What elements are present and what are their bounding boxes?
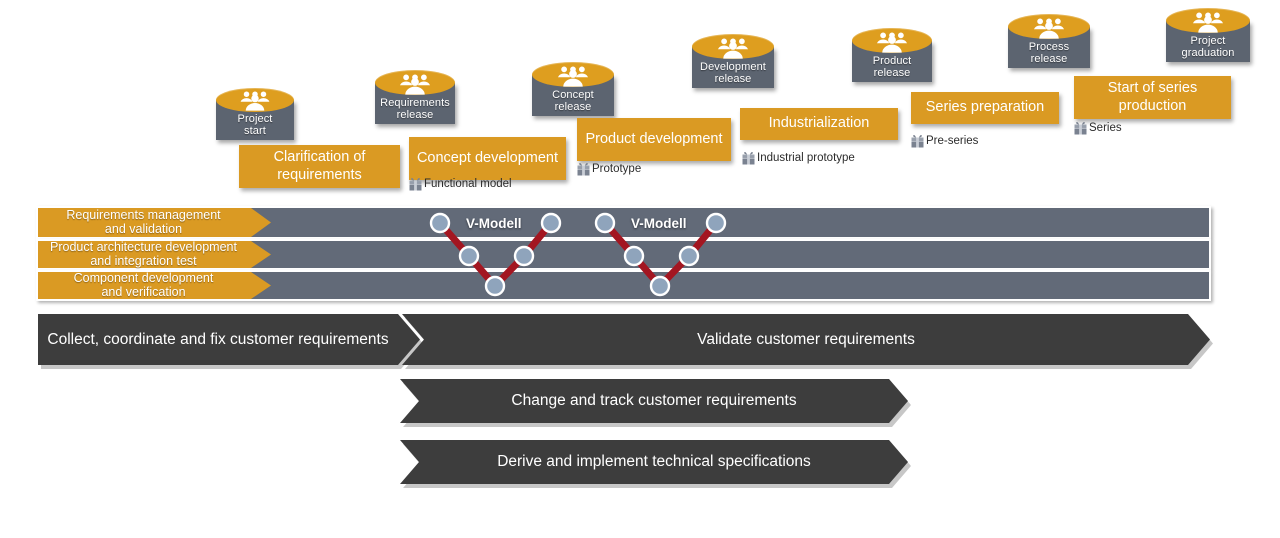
activity-bar-3[interactable]: Change and track customer requirements xyxy=(400,379,911,427)
v-model-label-2: V-Modell xyxy=(631,216,687,231)
activity-bar-shape xyxy=(400,379,911,427)
v-model-node-4[interactable] xyxy=(513,245,535,267)
v-model-node-1[interactable] xyxy=(594,212,616,234)
v-model-node-3[interactable] xyxy=(484,275,506,297)
v-model-node-4[interactable] xyxy=(678,245,700,267)
process-timeline-diagram: Project start Requirements release Concept re… xyxy=(0,0,1280,538)
v-model-node-3[interactable] xyxy=(649,275,671,297)
activity-bar-2[interactable]: Validate customer requirements xyxy=(402,314,1213,369)
activity-bar-1[interactable]: Collect, coordinate and fix customer req… xyxy=(38,314,423,369)
v-model-node-5[interactable] xyxy=(705,212,727,234)
v-model-node-5[interactable] xyxy=(540,212,562,234)
activity-bar-shape xyxy=(38,314,423,369)
v-model-node-1[interactable] xyxy=(429,212,451,234)
activity-bar-shape xyxy=(402,314,1213,369)
v-model-node-2[interactable] xyxy=(458,245,480,267)
v-model-label-1: V-Modell xyxy=(466,216,522,231)
activity-bar-4[interactable]: Derive and implement technical specifica… xyxy=(400,440,911,488)
activity-bar-shape xyxy=(400,440,911,488)
v-model-node-2[interactable] xyxy=(623,245,645,267)
